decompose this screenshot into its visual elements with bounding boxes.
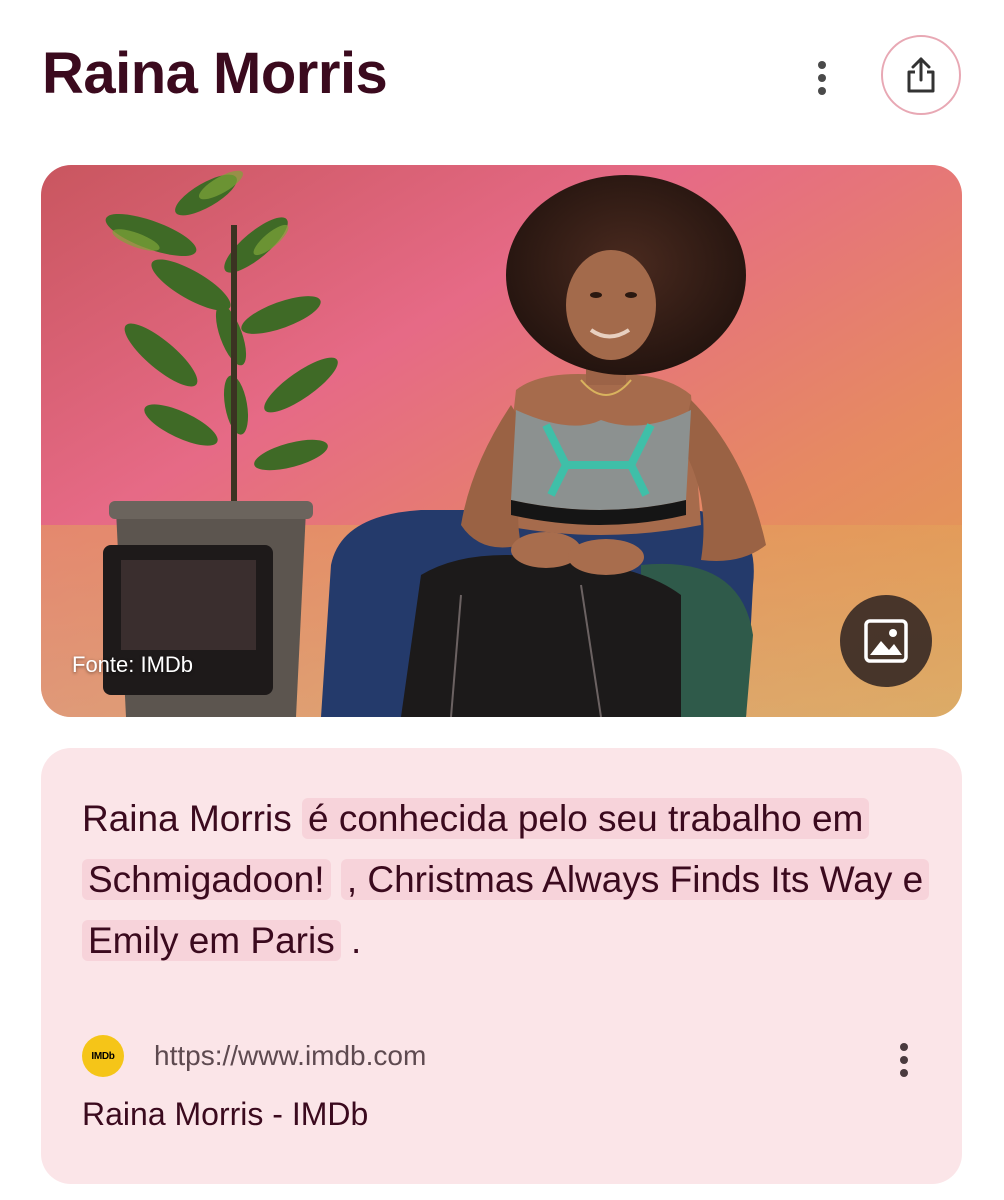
more-vert-icon [900,1043,908,1077]
source-row[interactable]: IMDb https://www.imdb.com [82,1035,922,1077]
more-options-button[interactable] [802,56,842,100]
summary-text: Raina Morris é conhecida pelo seu trabal… [82,788,932,971]
more-vert-icon [818,61,826,95]
source-link-title[interactable]: Raina Morris - IMDb [82,1096,368,1133]
share-button[interactable] [881,35,961,115]
image-view-button[interactable] [840,595,932,687]
knowledge-card: Raina Morris é conhecida pelo seu trabal… [41,748,962,1184]
page-title: Raina Morris [42,41,388,106]
share-icon [907,57,935,93]
portrait-photo [41,165,962,717]
hero-image[interactable]: Fonte: IMDb [41,165,962,717]
image-source-label: Fonte: IMDb [72,652,194,677]
imdb-favicon-icon: IMDb [82,1035,124,1077]
source-url[interactable]: https://www.imdb.com [154,1040,426,1072]
source-more-button[interactable] [889,1040,919,1080]
summary-end: . [350,920,362,961]
summary-name: Raina Morris [82,798,292,839]
image-icon [864,619,908,663]
